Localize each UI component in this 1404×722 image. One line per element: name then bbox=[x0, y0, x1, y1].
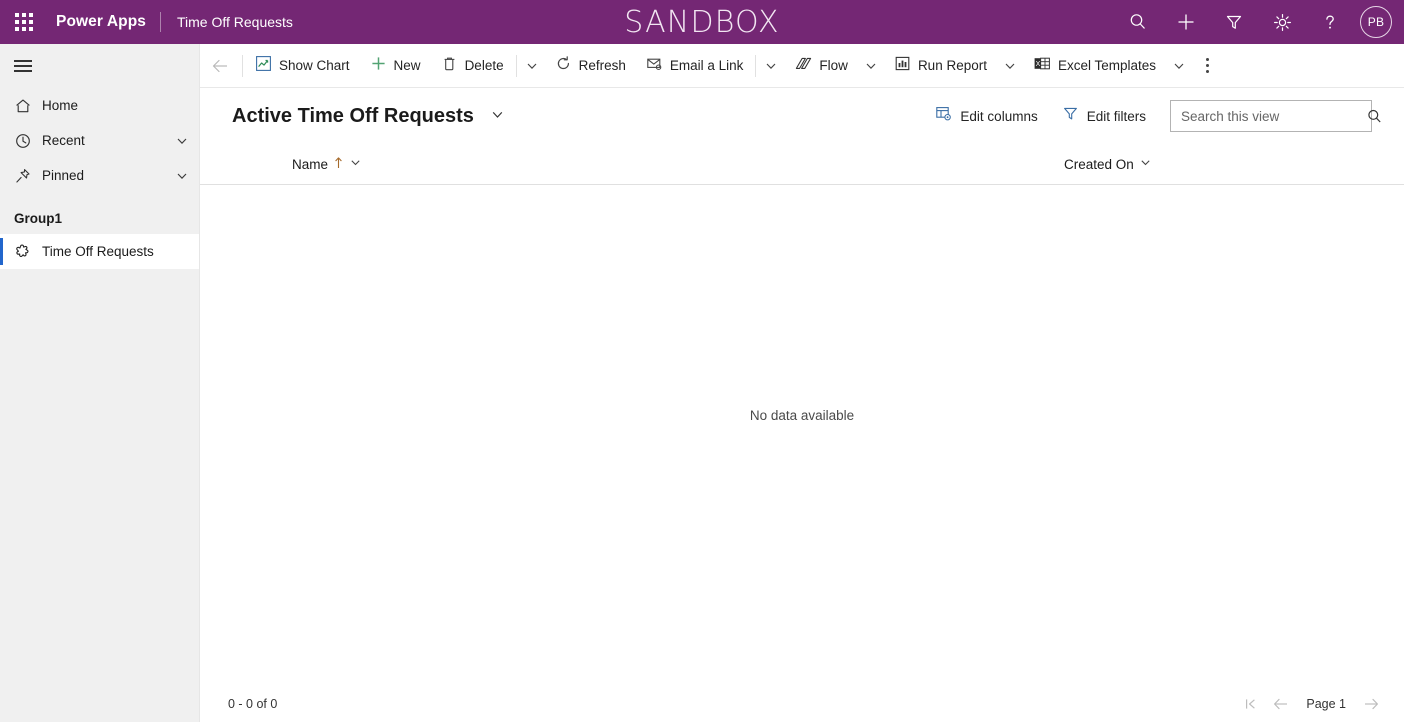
plus-icon[interactable] bbox=[1162, 0, 1210, 44]
flow-icon bbox=[794, 55, 812, 77]
view-header-actions: Edit columns Edit filters bbox=[923, 99, 1404, 133]
refresh-icon bbox=[555, 55, 572, 77]
sidebar-item-home[interactable]: Home bbox=[0, 88, 199, 123]
svg-text:X: X bbox=[1036, 61, 1041, 68]
command-divider bbox=[755, 54, 757, 77]
command-label: Email a Link bbox=[669, 58, 744, 73]
excel-templates-button[interactable]: X Excel Templates bbox=[1023, 44, 1166, 88]
sidebar-item-pinned[interactable]: Pinned bbox=[0, 158, 199, 193]
run-report-button[interactable]: Run Report bbox=[884, 44, 997, 88]
sidebar-group-label: Group1 bbox=[14, 211, 63, 226]
command-divider bbox=[242, 54, 243, 77]
chevron-down-icon[interactable] bbox=[1139, 156, 1152, 172]
sidebar-item-label: Pinned bbox=[42, 168, 85, 183]
top-header-bar: Power Apps Time Off Requests SANDBOX PB bbox=[0, 0, 1404, 44]
puzzle-piece-icon bbox=[14, 243, 42, 261]
command-label: New bbox=[393, 58, 421, 73]
sidebar-item-label: Time Off Requests bbox=[42, 244, 154, 259]
record-count-label: 0 - 0 of 0 bbox=[228, 696, 278, 711]
command-label: Refresh bbox=[578, 58, 626, 73]
flow-chevron-down-icon[interactable] bbox=[858, 44, 884, 88]
page-number-label: Page 1 bbox=[1306, 696, 1346, 711]
avatar[interactable]: PB bbox=[1360, 6, 1392, 38]
sidebar-item-time-off-requests[interactable]: Time Off Requests bbox=[0, 234, 199, 269]
next-page-icon[interactable] bbox=[1356, 689, 1386, 719]
pin-icon bbox=[14, 167, 42, 185]
app-launcher-waffle-icon[interactable] bbox=[0, 0, 48, 44]
show-chart-button[interactable]: Show Chart bbox=[245, 44, 360, 88]
edit-columns-button[interactable]: Edit columns bbox=[923, 99, 1049, 133]
grid-body: No data available bbox=[200, 185, 1404, 685]
command-label: Delete bbox=[464, 58, 504, 73]
search-icon[interactable] bbox=[1366, 108, 1392, 125]
column-header-created-on[interactable]: Created On bbox=[1064, 144, 1152, 185]
run-report-icon bbox=[894, 55, 911, 77]
delete-button[interactable]: Delete bbox=[431, 44, 514, 88]
search-icon[interactable] bbox=[1114, 0, 1162, 44]
column-label: Created On bbox=[1064, 156, 1134, 172]
sidebar-item-label: Home bbox=[42, 98, 79, 113]
view-title-label: Active Time Off Requests bbox=[232, 104, 474, 127]
chevron-down-icon[interactable] bbox=[490, 107, 505, 122]
brand-title[interactable]: Power Apps bbox=[48, 13, 160, 31]
command-label: Run Report bbox=[917, 58, 987, 73]
help-icon[interactable] bbox=[1306, 0, 1354, 44]
column-label: Name bbox=[292, 156, 329, 172]
excel-icon: X bbox=[1033, 55, 1051, 77]
command-label: Show Chart bbox=[279, 58, 350, 73]
clock-icon bbox=[14, 132, 42, 150]
gear-icon[interactable] bbox=[1258, 0, 1306, 44]
search-input[interactable] bbox=[1171, 108, 1366, 124]
edit-filters-label: Edit filters bbox=[1086, 108, 1146, 124]
back-arrow-icon[interactable] bbox=[200, 44, 240, 88]
column-header-name[interactable]: Name bbox=[292, 144, 362, 185]
header-actions: PB bbox=[1114, 0, 1398, 44]
email-a-link-button[interactable]: Email a Link bbox=[636, 44, 754, 88]
refresh-button[interactable]: Refresh bbox=[545, 44, 636, 88]
filter-icon bbox=[1062, 105, 1079, 127]
sidebar-item-label: Recent bbox=[42, 133, 85, 148]
chevron-down-icon[interactable] bbox=[175, 169, 189, 183]
delete-more-chevron-down-icon[interactable] bbox=[519, 44, 545, 88]
command-label: Flow bbox=[819, 58, 848, 73]
flow-button[interactable]: Flow bbox=[784, 44, 858, 88]
edit-columns-icon bbox=[935, 105, 952, 127]
app-name-label[interactable]: Time Off Requests bbox=[161, 14, 293, 30]
excel-templates-chevron-down-icon[interactable] bbox=[1166, 44, 1192, 88]
environment-banner-label: SANDBOX bbox=[624, 4, 780, 40]
command-bar: Show Chart New Delete Refresh Email a Li… bbox=[200, 44, 1404, 88]
email-link-icon bbox=[646, 55, 663, 77]
new-button[interactable]: New bbox=[360, 44, 431, 88]
run-report-chevron-down-icon[interactable] bbox=[997, 44, 1023, 88]
edit-filters-button[interactable]: Edit filters bbox=[1050, 99, 1158, 133]
first-page-icon[interactable] bbox=[1236, 689, 1266, 719]
search-this-view-box[interactable] bbox=[1170, 100, 1381, 132]
empty-state-message: No data available bbox=[749, 407, 855, 423]
command-divider bbox=[515, 54, 517, 77]
trash-icon bbox=[441, 55, 458, 77]
sidebar: Home Recent Pinned Group1 Time Off Reque… bbox=[0, 44, 200, 722]
grid-footer: 0 - 0 of 0 Page 1 bbox=[200, 685, 1404, 722]
home-icon bbox=[14, 97, 42, 115]
email-more-chevron-down-icon[interactable] bbox=[758, 44, 784, 88]
show-chart-icon bbox=[255, 55, 272, 77]
sort-ascending-icon bbox=[333, 156, 344, 172]
edit-columns-label: Edit columns bbox=[960, 108, 1038, 124]
chevron-down-icon[interactable] bbox=[175, 134, 189, 148]
plus-icon bbox=[370, 55, 387, 77]
previous-page-icon[interactable] bbox=[1266, 689, 1296, 719]
grid-header-row: Name Created On bbox=[200, 144, 1404, 185]
filter-icon[interactable] bbox=[1210, 0, 1258, 44]
more-commands-icon[interactable] bbox=[1192, 44, 1222, 88]
view-header: Active Time Off Requests Edit columns Ed… bbox=[200, 88, 1404, 144]
command-label: Excel Templates bbox=[1057, 58, 1157, 73]
sidebar-item-recent[interactable]: Recent bbox=[0, 123, 199, 158]
pagination: Page 1 bbox=[1236, 689, 1404, 719]
hamburger-icon[interactable] bbox=[0, 44, 199, 88]
page-title[interactable]: Active Time Off Requests bbox=[200, 105, 505, 128]
chevron-down-icon[interactable] bbox=[349, 156, 362, 172]
